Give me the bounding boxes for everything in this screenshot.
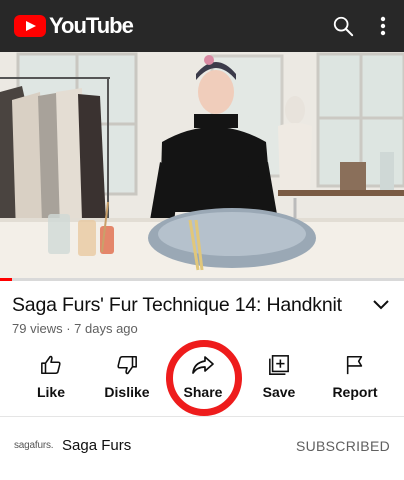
thumb-down-icon — [117, 355, 137, 375]
thumb-up-icon — [41, 355, 61, 375]
save-button[interactable]: Save — [241, 348, 317, 400]
dislike-label: Dislike — [104, 384, 150, 400]
save-label: Save — [262, 384, 296, 400]
like-button[interactable]: Like — [13, 348, 89, 400]
report-label: Report — [332, 384, 378, 400]
video-title: Saga Furs' Fur Technique 14: Handknit — [12, 294, 342, 316]
youtube-play-logo-icon — [14, 15, 46, 37]
video-frame — [0, 52, 404, 280]
youtube-app: YouTube Saga Furs' Fur Technique 14: Han… — [0, 0, 404, 480]
video-meta: 79 views · 7 days ago — [12, 321, 138, 336]
flag-icon — [346, 355, 363, 375]
share-highlight-circle — [166, 340, 242, 416]
brand-name: YouTube — [49, 13, 134, 38]
more-vert-icon[interactable] — [380, 16, 386, 36]
view-count: 79 views — [12, 321, 63, 336]
top-app-bar: YouTube — [0, 0, 404, 52]
meta-separator: · — [66, 321, 75, 336]
dislike-button[interactable]: Dislike — [89, 348, 165, 400]
search-icon[interactable] — [332, 15, 354, 37]
upload-age: 7 days ago — [74, 321, 138, 336]
subscribed-button[interactable]: SUBSCRIBED — [296, 438, 390, 454]
chevron-down-icon[interactable] — [372, 298, 390, 316]
youtube-logo[interactable]: YouTube — [14, 13, 134, 39]
channel-avatar[interactable]: sagafurs. — [14, 440, 54, 451]
playlist-add-icon — [269, 355, 289, 375]
divider — [0, 416, 404, 417]
video-player[interactable] — [0, 52, 404, 280]
video-progress-bar[interactable] — [0, 278, 404, 281]
video-progress-fill — [0, 278, 13, 281]
channel-name[interactable]: Saga Furs — [62, 437, 131, 454]
like-label: Like — [36, 384, 65, 400]
report-button[interactable]: Report — [317, 348, 393, 400]
